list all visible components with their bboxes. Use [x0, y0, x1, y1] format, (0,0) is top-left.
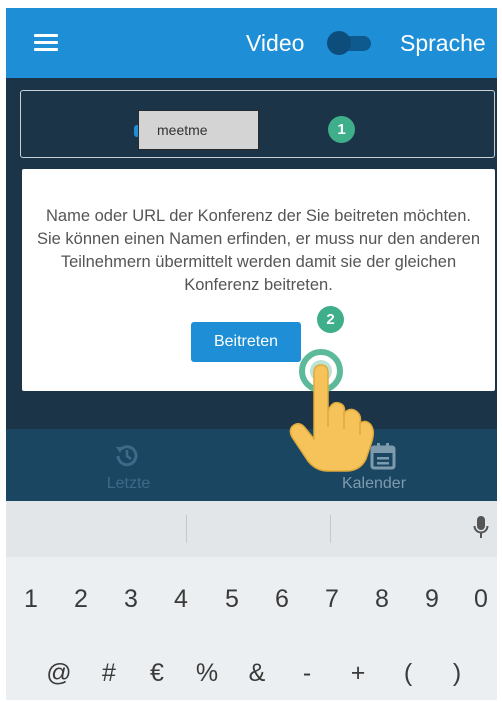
key-at[interactable]: @ [36, 651, 82, 695]
microphone-icon[interactable] [473, 515, 489, 541]
suggestion-divider [330, 515, 331, 543]
toggle-knob [327, 31, 351, 55]
video-toggle[interactable] [327, 31, 373, 55]
keyboard: 1234567890 @ # €% & - +() [6, 501, 497, 700]
tab-recent-label: Letzte [106, 475, 151, 492]
info-text: Name oder URL der Konferenz der Sie beit… [36, 207, 481, 294]
pointing-hand-icon [289, 349, 375, 472]
tab-calendar-label: Kalender [341, 475, 407, 492]
key-2[interactable]: 2 [58, 577, 104, 621]
tab-recent[interactable]: Letzte [6, 429, 251, 501]
step-1-badge: 1 [328, 116, 355, 143]
suggestion-bar [6, 501, 497, 557]
key-6[interactable]: 6 [259, 577, 305, 621]
key-0[interactable]: 0 [458, 577, 497, 621]
key-minus[interactable]: - [284, 651, 330, 695]
key-7[interactable]: 7 [309, 577, 355, 621]
app-bar: Video Sprache [6, 8, 497, 78]
key-euro[interactable]: € [134, 651, 180, 695]
key-9[interactable]: 9 [409, 577, 455, 621]
app-screen: Video Sprache meetme 1 Name oder URL der… [6, 8, 497, 700]
bottom-tab-bar: Letzte Kalender [6, 429, 497, 501]
language-label[interactable]: Sprache [400, 30, 486, 57]
step-2-badge: 2 [317, 306, 344, 333]
key-plus[interactable]: + [335, 651, 381, 695]
key-hash[interactable]: # [86, 651, 132, 695]
video-label: Video [246, 30, 305, 56]
key-ampersand[interactable]: & [234, 651, 280, 695]
room-name-input[interactable]: meetme [138, 110, 259, 150]
menu-icon[interactable] [34, 34, 58, 52]
key-percent[interactable]: % [184, 651, 230, 695]
key-paren-open[interactable]: ( [385, 651, 431, 695]
key-5[interactable]: 5 [209, 577, 255, 621]
key-3[interactable]: 3 [108, 577, 154, 621]
key-8[interactable]: 8 [359, 577, 405, 621]
suggestion-divider [186, 515, 187, 543]
key-4[interactable]: 4 [158, 577, 204, 621]
history-icon [116, 445, 138, 467]
key-1[interactable]: 1 [8, 577, 54, 621]
key-paren-close[interactable]: ) [434, 651, 480, 695]
